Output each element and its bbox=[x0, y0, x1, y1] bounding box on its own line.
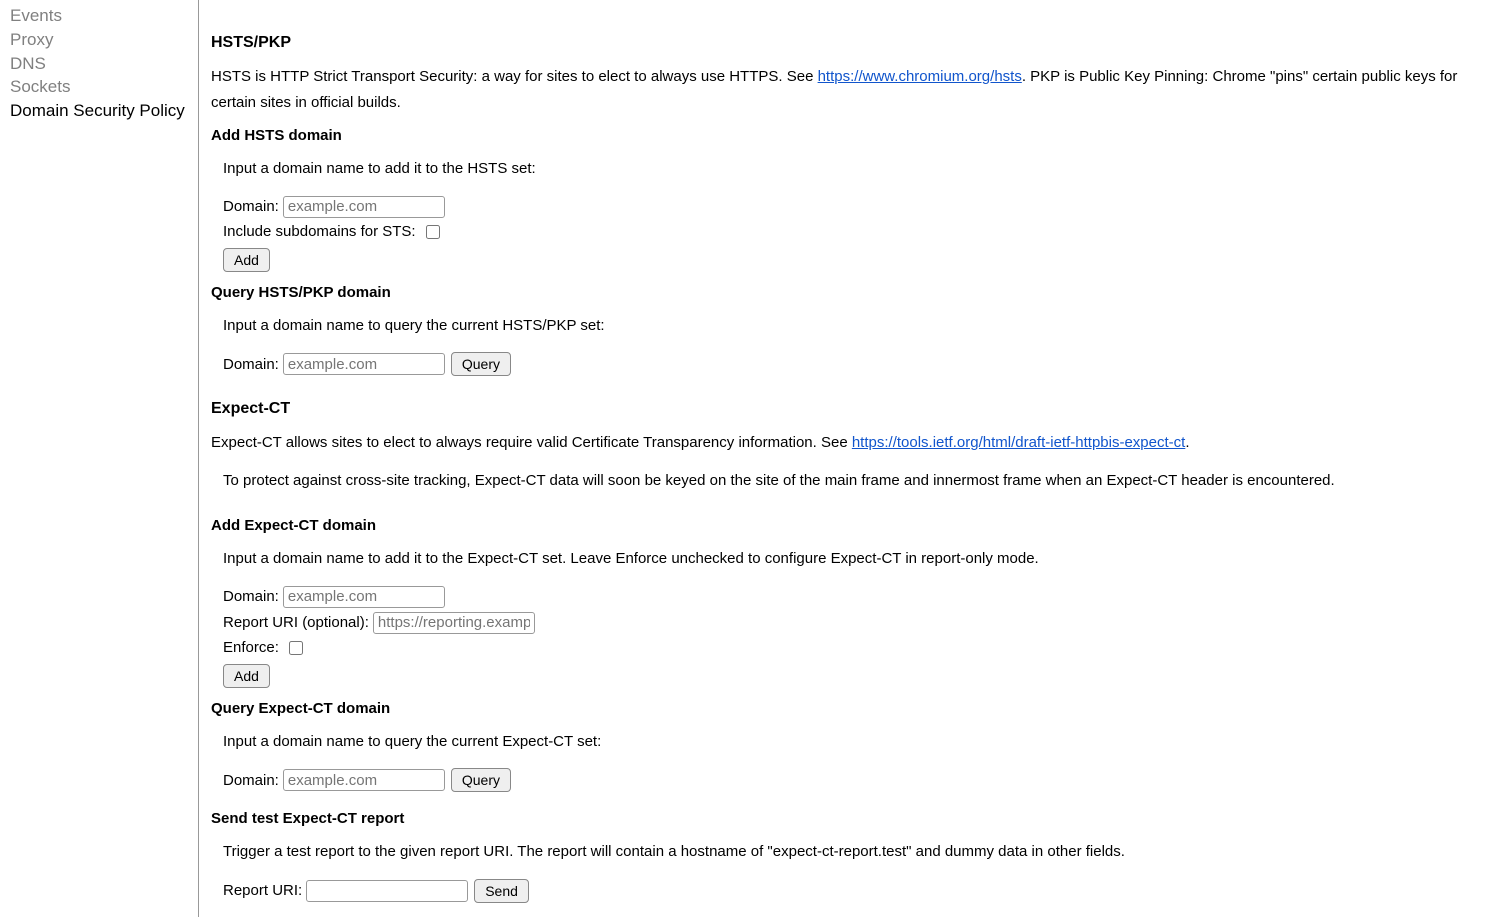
expect-ct-report-uri-label: Report URI (optional): bbox=[223, 614, 369, 631]
expect-ct-intro-link[interactable]: https://tools.ietf.org/html/draft-ietf-h… bbox=[852, 434, 1185, 451]
hsts-add-help: Input a domain name to add it to the HST… bbox=[223, 156, 1490, 182]
expect-ct-send-report-uri-input[interactable] bbox=[306, 880, 468, 902]
hsts-intro-link[interactable]: https://www.chromium.org/hsts bbox=[818, 68, 1022, 85]
hsts-heading: HSTS/PKP bbox=[211, 34, 1490, 52]
hsts-intro: HSTS is HTTP Strict Transport Security: … bbox=[211, 64, 1490, 115]
expect-ct-intro-prefix: Expect-CT allows sites to elect to alway… bbox=[211, 434, 852, 451]
hsts-query-button[interactable]: Query bbox=[451, 352, 511, 376]
expect-ct-send-report-uri-label: Report URI: bbox=[223, 882, 302, 899]
expect-ct-report-uri-input[interactable] bbox=[373, 612, 535, 634]
expect-ct-intro: Expect-CT allows sites to elect to alway… bbox=[211, 430, 1490, 456]
expect-ct-query-help: Input a domain name to query the current… bbox=[223, 729, 1490, 755]
expect-ct-add-heading: Add Expect-CT domain bbox=[211, 517, 1490, 534]
sidebar: Events Proxy DNS Sockets Domain Security… bbox=[0, 0, 199, 917]
main-content: HSTS/PKP HSTS is HTTP Strict Transport S… bbox=[199, 0, 1500, 917]
hsts-query-help: Input a domain name to query the current… bbox=[223, 313, 1490, 339]
hsts-include-subdomains-label: Include subdomains for STS: bbox=[223, 223, 416, 240]
expect-ct-query-domain-label: Domain: bbox=[223, 772, 279, 789]
sidebar-item-sockets[interactable]: Sockets bbox=[10, 75, 198, 99]
hsts-query-domain-input[interactable] bbox=[283, 353, 445, 375]
expect-ct-query-button[interactable]: Query bbox=[451, 768, 511, 792]
expect-ct-note: To protect against cross-site tracking, … bbox=[223, 468, 1490, 494]
expect-ct-query-domain-input[interactable] bbox=[283, 769, 445, 791]
sidebar-item-dns[interactable]: DNS bbox=[10, 52, 198, 76]
sidebar-item-domain-security-policy[interactable]: Domain Security Policy bbox=[10, 99, 198, 123]
expect-ct-add-domain-input[interactable] bbox=[283, 586, 445, 608]
expect-ct-send-heading: Send test Expect-CT report bbox=[211, 810, 1490, 827]
sidebar-item-proxy[interactable]: Proxy bbox=[10, 28, 198, 52]
expect-ct-send-button[interactable]: Send bbox=[474, 879, 529, 903]
hsts-add-domain-label: Domain: bbox=[223, 198, 279, 215]
hsts-intro-prefix: HSTS is HTTP Strict Transport Security: … bbox=[211, 68, 818, 85]
hsts-query-heading: Query HSTS/PKP domain bbox=[211, 284, 1490, 301]
hsts-add-heading: Add HSTS domain bbox=[211, 127, 1490, 144]
expect-ct-enforce-checkbox[interactable] bbox=[289, 641, 303, 655]
expect-ct-enforce-label: Enforce: bbox=[223, 639, 279, 656]
expect-ct-add-help: Input a domain name to add it to the Exp… bbox=[223, 546, 1490, 572]
expect-ct-heading: Expect-CT bbox=[211, 400, 1490, 418]
app-layout: Events Proxy DNS Sockets Domain Security… bbox=[0, 0, 1500, 917]
expect-ct-send-help: Trigger a test report to the given repor… bbox=[223, 839, 1490, 865]
hsts-add-button[interactable]: Add bbox=[223, 248, 270, 272]
hsts-query-domain-label: Domain: bbox=[223, 356, 279, 373]
hsts-add-domain-input[interactable] bbox=[283, 196, 445, 218]
sidebar-item-events[interactable]: Events bbox=[10, 4, 198, 28]
hsts-include-subdomains-checkbox[interactable] bbox=[426, 225, 440, 239]
expect-ct-add-button[interactable]: Add bbox=[223, 664, 270, 688]
expect-ct-intro-suffix: . bbox=[1185, 434, 1189, 451]
expect-ct-add-domain-label: Domain: bbox=[223, 588, 279, 605]
expect-ct-query-heading: Query Expect-CT domain bbox=[211, 700, 1490, 717]
